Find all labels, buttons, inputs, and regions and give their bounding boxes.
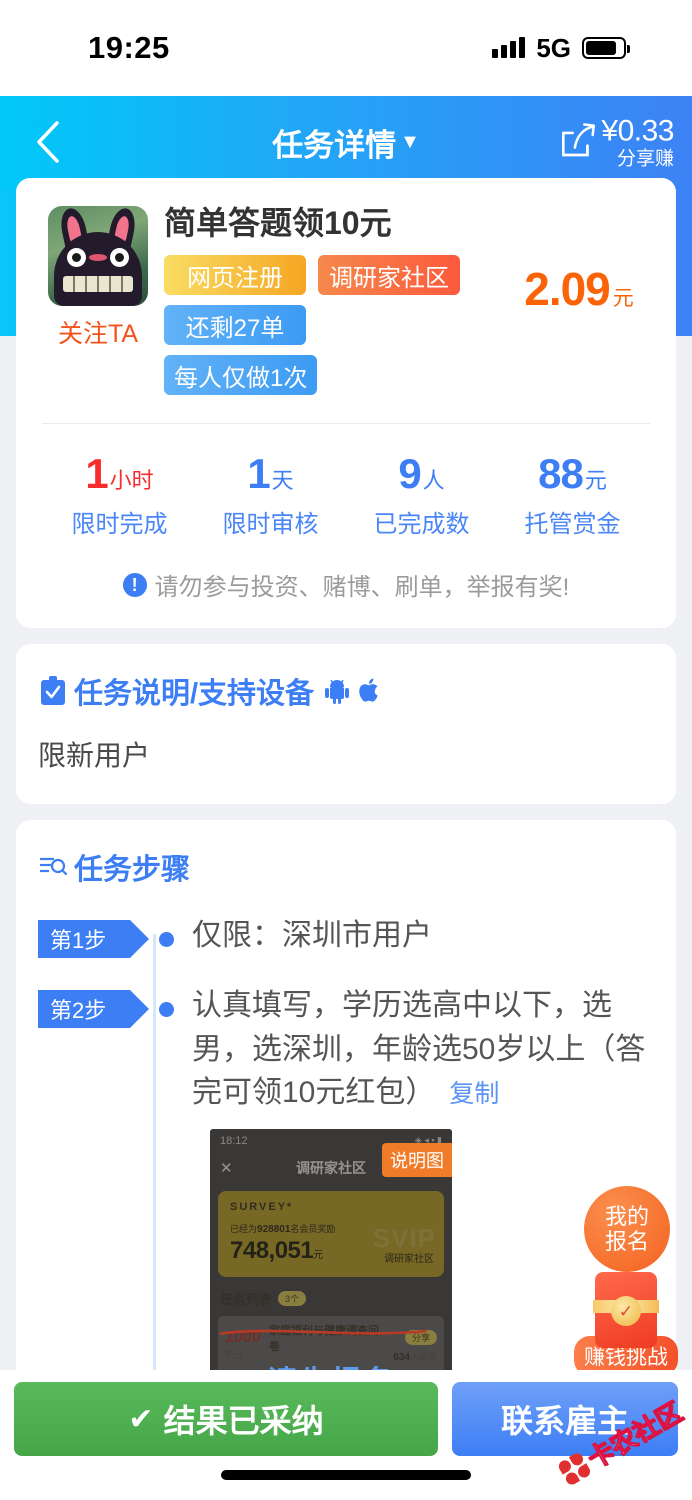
stat-completed: 9人 已完成数	[346, 450, 497, 539]
my-applications-line1: 我的	[604, 1203, 649, 1229]
clipboard-check-icon	[41, 676, 65, 706]
description-section-title: 任务说明/支持设备	[74, 678, 315, 711]
share-label: 分享赚	[616, 147, 674, 169]
stat-unit: 元	[584, 468, 607, 494]
task-summary-card: 关注TA 简单答题领10元 网页注册 调研家社区 还剩27单 每人仅做1次 2.…	[16, 178, 676, 629]
page-title-label: 任务详情	[272, 127, 397, 163]
status-bar: 19:25 5G	[0, 0, 692, 96]
android-icon	[325, 679, 350, 705]
task-price-unit: 元	[612, 287, 634, 310]
task-tag-list: 网页注册 调研家社区 还剩27单 每人仅做1次	[164, 255, 460, 396]
task-tag-limit: 每人仅做1次	[164, 355, 318, 396]
stat-escrow: 88 元 托管赏金	[497, 450, 648, 539]
instruction-image-badge: 说明图	[382, 1142, 452, 1177]
survey-banner: SVIP SURVEY* 已经为928801名会员奖励 748,051元 调研家…	[218, 1190, 444, 1277]
copy-button[interactable]: 复制	[449, 1080, 499, 1108]
follow-button[interactable]: 关注TA	[58, 314, 138, 350]
check-icon: ✔	[128, 1402, 154, 1436]
timeline-dot	[159, 932, 174, 948]
task-tag-remaining: 还剩27单	[164, 305, 306, 346]
warning-notice: ! 请勿参与投资、赌博、刷单，举报有奖!	[38, 539, 654, 628]
task-price-value: 2.09	[524, 263, 611, 315]
shot-close-icon: ✕	[220, 1159, 233, 1177]
my-applications-line2: 报名	[604, 1229, 649, 1254]
avatar	[48, 206, 148, 306]
home-indicator	[221, 1470, 471, 1480]
shot-list-count: 3个	[278, 1290, 307, 1306]
annotation-underline	[219, 1329, 427, 1335]
task-tag-platform: 调研家社区	[318, 255, 460, 296]
timeline-dot	[159, 1002, 174, 1018]
steps-list-icon	[40, 858, 68, 876]
earn-challenge-button[interactable]: 赚钱挑战	[574, 1272, 678, 1376]
signal-icon	[492, 37, 526, 58]
survey-member-count: 928801	[257, 1223, 291, 1235]
shot-list-title: 任务列表	[220, 1291, 273, 1307]
stat-label: 限时完成	[71, 511, 168, 539]
survey-sub-pre: 已经为	[230, 1223, 258, 1234]
result-accepted-button[interactable]: ✔ 结果已采纳	[14, 1382, 438, 1456]
survey-brand: SURVEY*	[230, 1200, 294, 1213]
stat-value: 88	[538, 450, 584, 498]
battery-icon	[582, 37, 630, 59]
task-tag-type: 网页注册	[164, 255, 306, 296]
page-title[interactable]: 任务详情 ▼	[272, 120, 420, 165]
shot-time: 18:12	[220, 1134, 248, 1147]
network-label: 5G	[536, 32, 571, 63]
steps-section-title: 任务步骤	[74, 854, 191, 887]
stat-unit: 小时	[109, 468, 154, 494]
warning-text: 请勿参与投资、赌博、刷单，举报有奖!	[154, 574, 570, 602]
step-text: 仅限：深圳市用户	[192, 919, 432, 953]
survey-sub-post: 名会员奖励	[290, 1223, 336, 1234]
result-accepted-label: 结果已采纳	[163, 1403, 324, 1439]
step-text: 认真填写，学历选高中以下，选男，选深圳，年龄选50岁以上（答完可领10元红包）	[192, 989, 646, 1110]
shot-nav-title: 调研家社区	[296, 1159, 366, 1176]
contact-employer-label: 联系雇主	[500, 1403, 629, 1439]
task-detail-screen: 19:25 5G 任务详情 ▼ ¥0.33 分享赚 关注TA 简单答题领10元 …	[0, 0, 692, 1500]
task-price: 2.09 元	[504, 206, 654, 316]
status-time: 19:25	[88, 30, 170, 65]
app-header: 任务详情 ▼ ¥0.33 分享赚	[0, 96, 692, 188]
step-badge: 第1步	[38, 920, 149, 959]
apple-icon	[359, 678, 378, 702]
stat-unit: 天	[271, 468, 294, 494]
share-icon	[562, 123, 596, 157]
stat-review-limit: 1天 限时审核	[195, 450, 346, 539]
task-description-text: 限新用户	[38, 740, 151, 772]
stat-value: 1	[247, 450, 270, 498]
my-applications-button[interactable]: 我的 报名	[584, 1186, 670, 1272]
exclamation-icon: !	[122, 572, 147, 597]
chevron-down-icon: ▼	[400, 131, 420, 153]
task-description-card: 任务说明/支持设备 限新用户	[16, 644, 676, 805]
survey-brand-tag: 调研家社区	[384, 1253, 434, 1265]
survey-total-amount: 748,051	[230, 1236, 314, 1264]
bottom-action-bar: ✔ 结果已采纳 联系雇主	[0, 1370, 692, 1500]
share-button[interactable]: ¥0.33 分享赚	[557, 115, 674, 168]
stat-value: 9	[398, 450, 421, 498]
stat-label: 限时审核	[222, 511, 319, 539]
survey-amount-unit: 元	[313, 1249, 323, 1261]
red-packet-icon	[593, 1272, 659, 1348]
task-title: 简单答题领10元	[164, 205, 392, 241]
stat-label: 已完成数	[373, 511, 470, 539]
status-indicators: 5G	[492, 32, 630, 64]
stat-unit: 人	[422, 468, 445, 494]
share-amount: ¥0.33	[601, 114, 674, 148]
stat-value: 1	[85, 450, 108, 498]
stat-time-limit: 1 小时 限时完成	[44, 450, 195, 539]
step-item: 第1步 仅限：深圳市用户	[38, 914, 654, 959]
back-button[interactable]	[24, 118, 72, 166]
step-badge: 第2步	[38, 990, 149, 1029]
contact-employer-button[interactable]: 联系雇主	[452, 1382, 678, 1456]
task-stats: 1 小时 限时完成 1天 限时审核 9人 已完成数 88 元 托管赏金	[38, 424, 654, 539]
stat-label: 托管赏金	[524, 511, 621, 539]
